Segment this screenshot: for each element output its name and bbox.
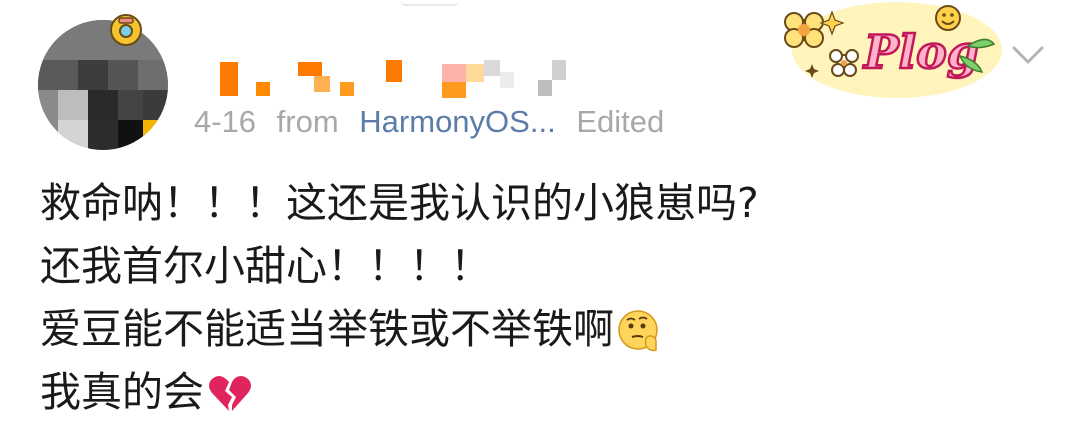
post-body: 救命呐！！！这还是我认识的小狼崽吗? 还我首尔小甜心！！！！ 爱豆能不能适当举铁… [40,172,1040,424]
post-meta: 4-16 from HarmonyOS... Edited [194,102,676,142]
source-prefix: from [276,104,339,139]
post-line-text: 我真的会 [40,368,204,416]
edited-label: Edited [576,104,665,139]
post-line-1: 救命呐！！！这还是我认识的小狼崽吗? [40,172,1040,235]
post-line-2: 还我首尔小甜心！！！！ [40,235,1040,298]
post-line-3: 爱豆能不能适当举铁或不举铁啊 [40,298,1040,361]
thinking-face-emoji [618,309,658,351]
post-line-text: 救命呐！！！这还是我认识的小狼崽吗? [40,179,759,227]
camera-sticker-icon [110,14,142,46]
weibo-post-card: 4-16 from HarmonyOS... Edited Plog 救命呐！！… [0,0,1080,443]
post-line-4: 我真的会 [40,361,1040,424]
post-date: 4-16 [194,104,257,139]
decorative-stroke [400,0,460,6]
plog-sticker: Plog [784,2,1002,98]
broken-heart-emoji [209,375,251,411]
post-line-text: 还我首尔小甜心！！！！ [40,242,491,290]
avatar[interactable] [38,20,168,150]
smiley-icon [935,5,961,31]
post-line-text: 爱豆能不能适当举铁或不举铁啊 [40,305,614,353]
username-mosaic[interactable] [220,58,580,98]
chevron-down-icon[interactable] [1008,40,1048,70]
plog-lettering: Plog [862,25,979,79]
source-link[interactable]: HarmonyOS... [359,104,555,139]
